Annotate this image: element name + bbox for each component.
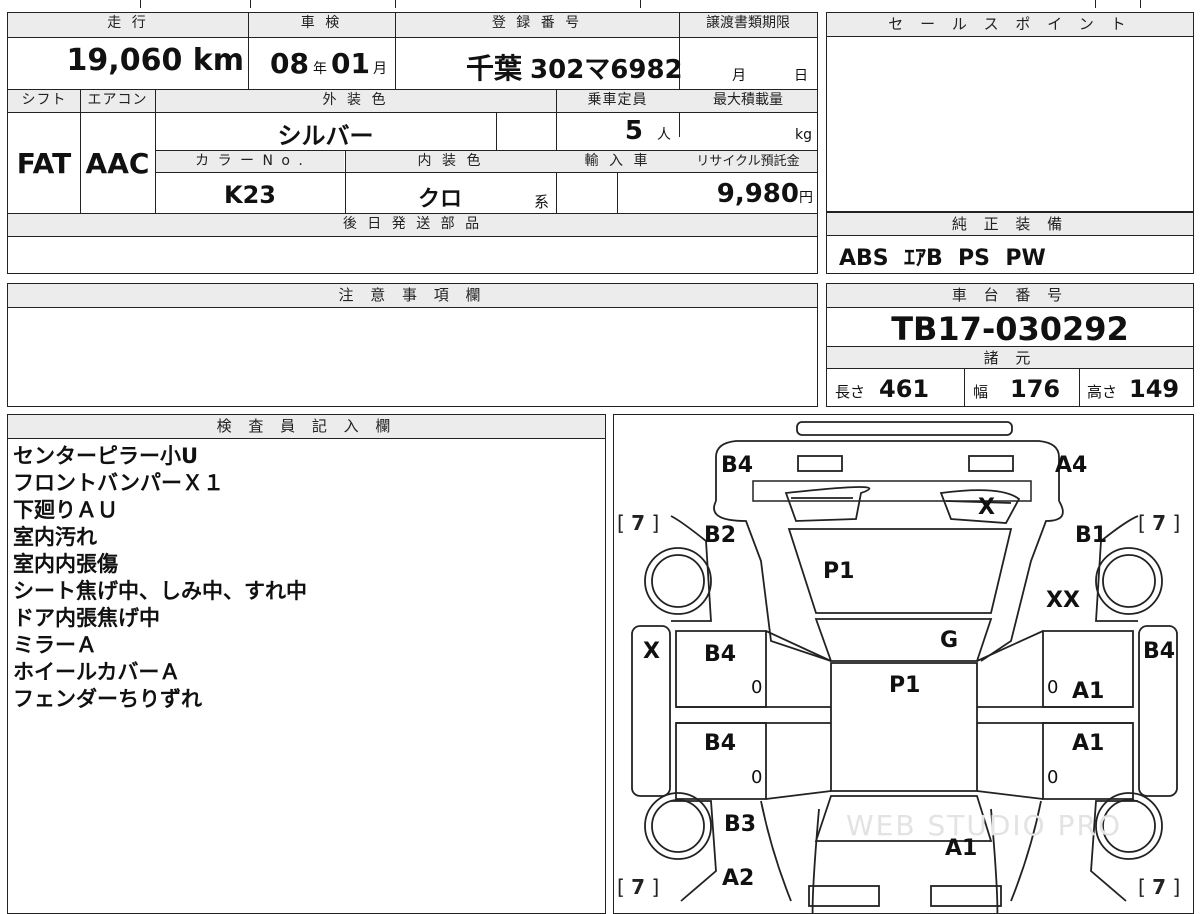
ac-value: AAC xyxy=(85,147,150,180)
mark-rear-left-quarter: B2 xyxy=(704,523,737,548)
sales-point-header: セ ー ル ス ポ イ ン ト xyxy=(827,13,1193,37)
top-cut-strip xyxy=(0,0,1200,8)
watermark: WEB STUDIO PRO xyxy=(846,809,1122,842)
registration-value: 千葉 302マ6982 xyxy=(466,52,683,85)
note-line: シート焦げ中、しみ中、すれ中 xyxy=(13,579,307,603)
mark-rear-right-quarter: B1 xyxy=(1075,523,1108,548)
note-line: フロントバンパーＸ１ xyxy=(13,471,225,495)
shift-header: シフト xyxy=(8,90,80,112)
inspector-box: 検 査 員 記 入 欄 センターピラー小U フロントバンパーＸ１ 下廻りＡＵ 室… xyxy=(7,414,606,914)
inspection-value: 08 年 01 月 xyxy=(270,47,387,80)
tire-depth-rear-left: [ 7 ] xyxy=(617,511,660,535)
mark-rear-left: B4 xyxy=(721,453,754,478)
transfer-deadline-header: 譲渡書類期限 xyxy=(679,13,817,37)
color-no-header: カ ラ ー N o . xyxy=(156,151,344,172)
notes-box: 注 意 事 項 欄 xyxy=(7,283,818,407)
mark-roof-rear: P1 xyxy=(823,559,855,584)
mark-rear-right: A4 xyxy=(1055,453,1088,478)
note-line: ミラーＡ xyxy=(13,633,97,657)
mark-right-front-door: A1 xyxy=(1072,731,1105,756)
mark-left-rear-door: B4 xyxy=(704,642,737,667)
vehicle-info-table: 走 行 車 検 登 録 番 号 譲渡書類期限 19,060 km 08 年 01 月 … xyxy=(7,12,818,274)
spec-width: 幅 176 xyxy=(973,375,1061,403)
shift-value: FAT xyxy=(16,147,72,180)
registration-header: 登 録 番 号 xyxy=(395,13,679,37)
zero-mark: 0 xyxy=(1047,677,1059,698)
mark-roof-glass: G xyxy=(940,628,959,653)
interior-color-suffix: 系 xyxy=(534,193,550,211)
car-diagram-box: WEB STUDIO PRO [ 7 ] [ 7 ] [ 7 ] [ 7 ] B… xyxy=(613,414,1194,914)
tire-depth-front-right: [ 7 ] xyxy=(1138,875,1181,899)
mark-right-rear-wheel: XX xyxy=(1046,588,1080,613)
capacity-header: 乗車定員 xyxy=(556,90,679,112)
tire-depth-rear-right: [ 7 ] xyxy=(1138,511,1181,535)
ac-header: エアコン xyxy=(80,90,155,112)
note-line: ドア内張焦げ中 xyxy=(13,606,160,630)
zero-mark: 0 xyxy=(1047,767,1059,788)
mark-front-left: A2 xyxy=(722,866,755,891)
note-line: 室内汚れ xyxy=(13,525,97,549)
mileage-value: 19,060 km xyxy=(66,43,244,78)
transfer-day-label: 日 xyxy=(794,68,808,84)
note-line: 下廻りＡＵ xyxy=(13,498,118,522)
chassis-number: TB17-030292 xyxy=(891,310,1129,348)
inspector-header: 検 査 員 記 入 欄 xyxy=(8,415,605,439)
inspection-header: 車 検 xyxy=(248,13,395,37)
later-parts-header: 後 日 発 送 部 品 xyxy=(8,214,817,236)
note-line: 室内内張傷 xyxy=(13,552,118,576)
sales-point-box: セ ー ル ス ポ イ ン ト xyxy=(826,12,1194,212)
equipment-value: ABS ｴｱB PS PW xyxy=(839,246,1046,271)
max-load-unit: kg xyxy=(795,127,812,143)
spec-length: 長さ 461 xyxy=(835,375,930,403)
spec-height: 高さ 149 xyxy=(1087,375,1180,403)
recycle-value: 9,980円 xyxy=(716,179,813,209)
equipment-box: 純 正 装 備 ABS ｴｱB PS PW xyxy=(826,212,1194,274)
note-line: フェンダーちりずれ xyxy=(13,687,202,711)
specs-header: 諸 元 xyxy=(827,346,1193,369)
note-line: ホイールカバーＡ xyxy=(13,660,181,684)
mileage-header: 走 行 xyxy=(8,13,248,37)
interior-color-value: クロ xyxy=(417,187,462,212)
mileage-unit: km xyxy=(192,43,244,78)
mark-rear-glass: X xyxy=(978,495,995,520)
zero-mark: 0 xyxy=(751,767,763,788)
chassis-box: 車 台 番 号 TB17-030292 諸 元 長さ 461 幅 176 高さ 149 xyxy=(826,283,1194,407)
tire-depth-front-left: [ 7 ] xyxy=(617,875,660,899)
notes-header: 注 意 事 項 欄 xyxy=(8,284,817,308)
recycle-header: リサイクル預託金 xyxy=(679,151,817,172)
import-header: 輸 入 車 xyxy=(556,151,679,172)
exterior-color-header: 外 装 色 xyxy=(155,90,556,112)
mark-left-front-door: B4 xyxy=(704,731,737,756)
chassis-header: 車 台 番 号 xyxy=(827,284,1193,308)
mark-left-side-panel: X xyxy=(643,639,660,664)
mark-roof: P1 xyxy=(889,673,921,698)
capacity-value: 5人 xyxy=(624,116,671,146)
mark-hood: A1 xyxy=(945,836,978,861)
exterior-color-value: シルバー xyxy=(277,122,374,150)
note-line: センターピラー小U xyxy=(13,444,199,468)
interior-color-header: 内 装 色 xyxy=(345,151,556,172)
max-load-header: 最大積載量 xyxy=(679,90,817,112)
equipment-header: 純 正 装 備 xyxy=(827,212,1193,236)
mark-right-side-panel: B4 xyxy=(1143,639,1176,664)
transfer-month-label: 月 xyxy=(732,68,746,84)
zero-mark: 0 xyxy=(751,677,763,698)
mark-left-front-fender: B3 xyxy=(724,812,757,837)
inspector-notes: センターピラー小U フロントバンパーＸ１ 下廻りＡＵ 室内汚れ 室内内張傷 シー… xyxy=(13,443,307,713)
color-no-value: K23 xyxy=(224,181,276,209)
mark-right-rear-door: A1 xyxy=(1072,679,1105,704)
